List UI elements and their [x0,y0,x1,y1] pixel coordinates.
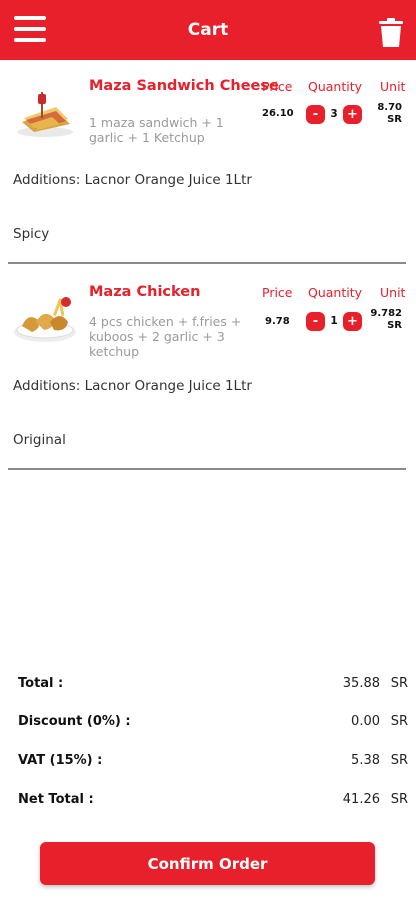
vat-currency: SR [390,753,408,768]
item-name[interactable]: Maza Sandwich Cheese [89,78,279,94]
price-column-header: Price [262,285,293,300]
cart-item: Maza Sandwich Cheese 1 maza sandwich + 1… [0,60,416,265]
net-total-row: Net Total : 41.26 SR [18,792,408,812]
discount-value: 0.00 [351,714,380,729]
vat-label: VAT (15%) : [18,753,103,768]
increase-quantity-button[interactable]: + [343,105,362,124]
chicken-image [12,292,78,344]
item-option: Original [13,432,66,448]
item-additions: Additions: Lacnor Orange Juice 1Ltr [13,378,252,394]
increase-quantity-button[interactable]: + [343,312,362,331]
item-name[interactable]: Maza Chicken [89,284,200,300]
item-option: Spicy [13,226,50,242]
quantity-column-header: Quantity [308,285,363,300]
total-row: Total : 35.88 SR [18,676,408,696]
trash-icon[interactable] [378,18,404,48]
quantity-value: 1 [330,315,338,327]
unit-price: 9.782 SR [366,308,402,332]
hamburger-menu-icon[interactable] [14,16,50,46]
unit-price: 8.70 SR [370,102,402,126]
total-currency: SR [390,676,408,691]
total-label: Total : [18,676,64,691]
discount-label: Discount (0%) : [18,714,131,729]
cart-item: Maza Chicken 4 pcs chicken + f.fries + k… [0,266,416,471]
unit-price-value: 8.70 [377,102,402,113]
net-total-value: 41.26 [342,792,380,807]
unit-price-currency: SR [387,320,402,331]
item-divider [8,262,406,264]
unit-price-currency: SR [387,114,402,125]
quantity-value: 3 [330,108,338,120]
total-value: 35.88 [342,676,380,691]
item-price: 9.78 [265,316,290,327]
page-title: Cart [187,20,229,40]
item-divider [8,468,406,470]
quantity-column-header: Quantity [308,79,363,94]
unit-price-value: 9.782 [370,308,402,319]
item-description: 1 maza sandwich + 1 garlic + 1 Ketchup [89,115,224,145]
confirm-order-button[interactable]: Confirm Order [40,842,375,885]
item-additions: Additions: Lacnor Orange Juice 1Ltr [13,172,252,188]
discount-currency: SR [390,714,408,729]
app-header: Cart [0,0,416,60]
item-description: 4 pcs chicken + f.fries + kuboos + 2 gar… [89,314,242,359]
unit-column-header: Unit [380,79,406,94]
net-total-label: Net Total : [18,792,94,807]
unit-column-header: Unit [380,285,406,300]
decrease-quantity-button[interactable]: - [306,312,325,331]
discount-row: Discount (0%) : 0.00 SR [18,714,408,734]
net-total-currency: SR [390,792,408,807]
decrease-quantity-button[interactable]: - [306,105,325,124]
sandwich-image [12,88,78,140]
price-column-header: Price [262,79,293,94]
item-price: 26.10 [262,108,294,119]
vat-row: VAT (15%) : 5.38 SR [18,753,408,773]
vat-value: 5.38 [351,753,380,768]
